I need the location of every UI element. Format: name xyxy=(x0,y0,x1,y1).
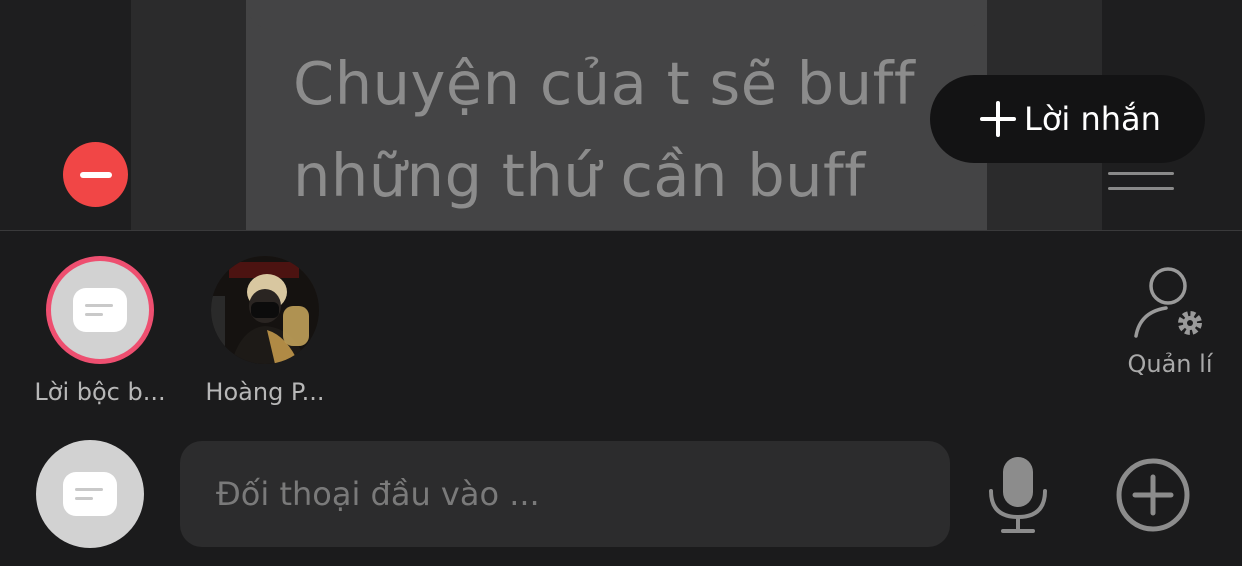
plus-icon xyxy=(980,101,1016,137)
input-avatar-button[interactable] xyxy=(36,440,144,548)
dialogue-input[interactable] xyxy=(180,441,950,547)
add-message-button[interactable]: Lời nhắn xyxy=(930,75,1205,163)
chat-bubble-icon xyxy=(73,288,127,332)
message-card[interactable]: Chuyện của t sẽ buff những thứ cần buff xyxy=(246,0,987,230)
contact-item-bot[interactable]: Lời bộc b... xyxy=(25,256,175,406)
microphone-icon xyxy=(989,457,1047,533)
message-text: Chuyện của t sẽ buff những thứ cần buff xyxy=(293,49,916,210)
chat-screen: Chuyện của t sẽ buff những thứ cần buff … xyxy=(0,0,1242,566)
avatar xyxy=(46,256,154,364)
manage-button[interactable]: Quản lí xyxy=(1120,266,1220,378)
add-attachment-button[interactable] xyxy=(1114,456,1192,534)
user-gear-icon xyxy=(1134,267,1202,338)
avatar xyxy=(211,256,319,364)
contact-label: Hoàng P... xyxy=(205,378,325,406)
remove-message-button[interactable] xyxy=(63,142,128,207)
card-background xyxy=(246,0,987,30)
plus-circle-icon xyxy=(1116,458,1190,532)
message-editor-area: Chuyện của t sẽ buff những thứ cần buff … xyxy=(0,0,1242,230)
drag-handle-icon[interactable] xyxy=(1108,172,1174,192)
minus-circle-icon xyxy=(79,171,112,178)
add-message-label: Lời nhắn xyxy=(1024,100,1161,138)
microphone-button[interactable] xyxy=(985,455,1051,535)
manage-label: Quản lí xyxy=(1127,350,1213,378)
divider xyxy=(0,230,1242,231)
chat-bubble-icon xyxy=(63,472,117,516)
contact-label: Lời bộc b... xyxy=(34,378,166,406)
contact-item-hoang[interactable]: Hoàng P... xyxy=(190,256,340,406)
profile-photo xyxy=(211,256,319,364)
